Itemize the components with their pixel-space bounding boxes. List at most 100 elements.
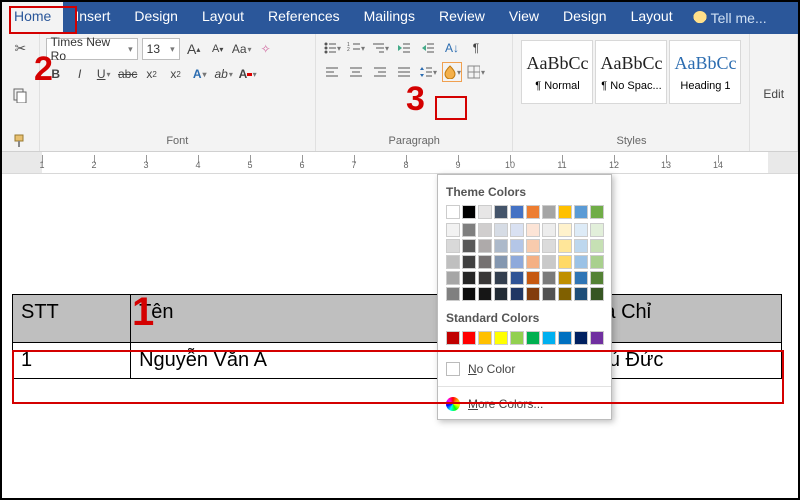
color-swatch[interactable]: [462, 223, 476, 237]
color-swatch[interactable]: [494, 239, 508, 253]
sort-icon[interactable]: A↓: [442, 38, 462, 58]
color-swatch[interactable]: [574, 331, 588, 345]
color-swatch[interactable]: [478, 287, 492, 301]
borders-icon[interactable]: ▾: [466, 62, 486, 82]
style-normal[interactable]: AaBbCc ¶ Normal: [521, 40, 593, 104]
color-swatch[interactable]: [574, 205, 588, 219]
font-name-combo[interactable]: Times New Ro▾: [46, 38, 138, 60]
style-heading-1[interactable]: AaBbCc Heading 1: [669, 40, 741, 104]
color-swatch[interactable]: [494, 255, 508, 269]
color-swatch[interactable]: [574, 239, 588, 253]
color-swatch[interactable]: [446, 331, 460, 345]
color-swatch[interactable]: [462, 205, 476, 219]
strikethrough-button[interactable]: abc: [118, 64, 138, 84]
show-marks-icon[interactable]: ¶: [466, 38, 486, 58]
color-swatch[interactable]: [590, 331, 604, 345]
color-swatch[interactable]: [558, 287, 572, 301]
color-swatch[interactable]: [478, 223, 492, 237]
color-swatch[interactable]: [446, 287, 460, 301]
no-color-option[interactable]: NNo Coloro Color: [446, 358, 603, 380]
color-swatch[interactable]: [542, 287, 556, 301]
color-swatch[interactable]: [510, 223, 524, 237]
color-swatch[interactable]: [478, 239, 492, 253]
align-right-icon[interactable]: [370, 62, 390, 82]
color-swatch[interactable]: [558, 271, 572, 285]
multilevel-list-icon[interactable]: ▾: [370, 38, 390, 58]
color-swatch[interactable]: [542, 271, 556, 285]
shading-button[interactable]: ▾: [442, 62, 462, 82]
color-swatch[interactable]: [510, 255, 524, 269]
color-swatch[interactable]: [526, 239, 540, 253]
tab-insert[interactable]: Insert: [63, 2, 122, 34]
line-spacing-icon[interactable]: ▾: [418, 62, 438, 82]
table-header[interactable]: STT: [13, 295, 131, 343]
color-swatch[interactable]: [574, 223, 588, 237]
clear-formatting-icon[interactable]: ✧: [256, 39, 276, 59]
table-row[interactable]: 1 Nguyễn Văn A 11B1 Thủ Đức: [13, 343, 782, 379]
color-swatch[interactable]: [558, 331, 572, 345]
table-header-row[interactable]: STT Tên Lớp Địa Chỉ: [13, 295, 782, 343]
bold-button[interactable]: B: [46, 64, 66, 84]
superscript-button[interactable]: x2: [166, 64, 186, 84]
more-colors-option[interactable]: More Colors...: [446, 393, 603, 415]
align-center-icon[interactable]: [346, 62, 366, 82]
editing-group[interactable]: Edit: [750, 34, 798, 151]
color-swatch[interactable]: [590, 223, 604, 237]
color-swatch[interactable]: [478, 271, 492, 285]
table-cell[interactable]: 1: [13, 343, 131, 379]
color-swatch[interactable]: [574, 255, 588, 269]
color-swatch[interactable]: [526, 205, 540, 219]
color-swatch[interactable]: [494, 287, 508, 301]
subscript-button[interactable]: x2: [142, 64, 162, 84]
color-swatch[interactable]: [494, 223, 508, 237]
format-painter-icon[interactable]: [9, 133, 31, 149]
color-swatch[interactable]: [526, 271, 540, 285]
bullets-icon[interactable]: ▾: [322, 38, 342, 58]
color-swatch[interactable]: [446, 223, 460, 237]
numbering-icon[interactable]: 12▾: [346, 38, 366, 58]
color-swatch[interactable]: [494, 205, 508, 219]
text-effects-icon[interactable]: A▾: [190, 64, 210, 84]
color-swatch[interactable]: [558, 223, 572, 237]
color-swatch[interactable]: [446, 255, 460, 269]
color-swatch[interactable]: [526, 223, 540, 237]
color-swatch[interactable]: [446, 239, 460, 253]
color-swatch[interactable]: [478, 205, 492, 219]
font-color-icon[interactable]: A▾: [238, 64, 258, 84]
tab-home[interactable]: Home: [2, 2, 63, 34]
color-swatch[interactable]: [462, 239, 476, 253]
highlight-icon[interactable]: ab▾: [214, 64, 234, 84]
increase-indent-icon[interactable]: [418, 38, 438, 58]
document-table[interactable]: STT Tên Lớp Địa Chỉ 1 Nguyễn Văn A 11B1 …: [12, 294, 782, 379]
align-left-icon[interactable]: [322, 62, 342, 82]
color-swatch[interactable]: [542, 239, 556, 253]
color-swatch[interactable]: [462, 255, 476, 269]
italic-button[interactable]: I: [70, 64, 90, 84]
color-swatch[interactable]: [478, 331, 492, 345]
color-swatch[interactable]: [542, 205, 556, 219]
justify-icon[interactable]: [394, 62, 414, 82]
color-swatch[interactable]: [590, 239, 604, 253]
color-swatch[interactable]: [478, 255, 492, 269]
color-swatch[interactable]: [494, 331, 508, 345]
tab-mailings[interactable]: Mailings: [352, 2, 427, 34]
tab-layout[interactable]: Layout: [190, 2, 256, 34]
cut-icon[interactable]: ✂: [9, 40, 31, 56]
color-swatch[interactable]: [510, 205, 524, 219]
color-swatch[interactable]: [510, 331, 524, 345]
change-case-icon[interactable]: Aa▾: [232, 39, 252, 59]
style-no-spacing[interactable]: AaBbCc ¶ No Spac...: [595, 40, 667, 104]
tab-references[interactable]: References: [256, 2, 352, 34]
color-swatch[interactable]: [574, 271, 588, 285]
tab-design[interactable]: Design: [122, 2, 190, 34]
color-swatch[interactable]: [462, 287, 476, 301]
underline-button[interactable]: U▾: [94, 64, 114, 84]
copy-icon[interactable]: [9, 87, 31, 103]
color-swatch[interactable]: [526, 255, 540, 269]
color-swatch[interactable]: [462, 331, 476, 345]
color-swatch[interactable]: [590, 271, 604, 285]
color-swatch[interactable]: [574, 287, 588, 301]
table-header[interactable]: Tên: [131, 295, 443, 343]
font-size-combo[interactable]: 13▾: [142, 38, 180, 60]
color-swatch[interactable]: [558, 255, 572, 269]
